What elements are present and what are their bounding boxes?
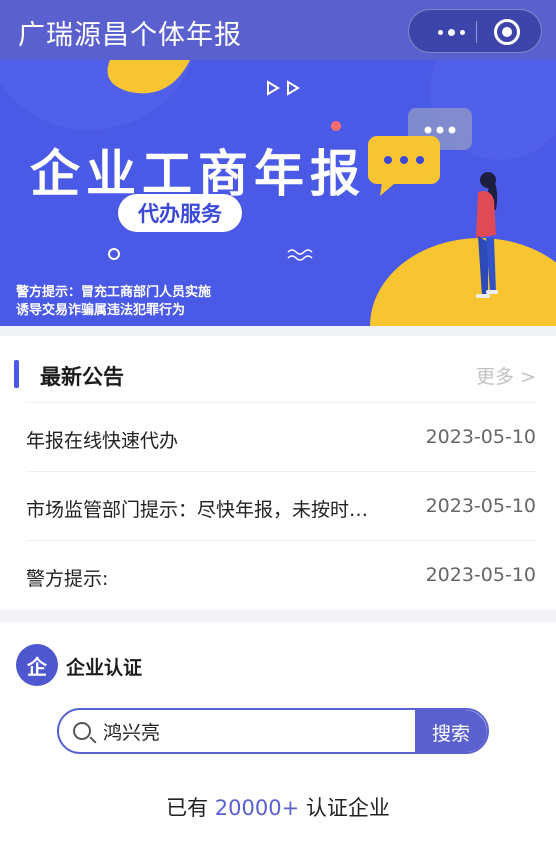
banner-service-pill: 代办服务 (118, 194, 242, 232)
enterprise-search-input[interactable] (103, 716, 413, 746)
notice-row[interactable]: 警方提示: 2023-05-10 (26, 540, 536, 610)
promo-banner[interactable]: 企业工商年报 代办服务 警方提示：冒充工商部门人员实施 诱导交易诈骗属违法犯罪行… (0, 60, 556, 326)
certified-count: 已有 20000+ 认证企业 (0, 792, 556, 822)
notice-date: 2023-05-10 (425, 426, 536, 448)
search-icon (73, 722, 91, 740)
notice-date: 2023-05-10 (425, 495, 536, 517)
more-notices-link[interactable]: 更多 > (476, 362, 536, 389)
notice-row[interactable]: 年报在线快速代办 2023-05-10 (26, 402, 536, 472)
enterprise-icon: 企 (16, 644, 58, 686)
close-miniprogram-icon[interactable] (494, 19, 520, 45)
notice-title: 市场监管部门提示：尽快年报，未按时… (26, 499, 369, 521)
app-header: 广瑞源昌个体年报 (0, 0, 556, 60)
more-options-icon[interactable] (431, 10, 471, 54)
latest-notices-section: 最新公告 更多 > 年报在线快速代办 2023-05-10 市场监管部门提示：尽… (0, 336, 556, 610)
page-title: 广瑞源昌个体年报 (18, 20, 242, 51)
notice-date: 2023-05-10 (425, 564, 536, 586)
notice-title: 年报在线快速代办 (26, 430, 179, 452)
banner-warning: 警方提示：冒充工商部门人员实施 诱导交易诈骗属违法犯罪行为 (16, 284, 211, 320)
section-title: 最新公告 (40, 365, 124, 389)
enterprise-certification-section: 企 企业认证 搜索 已有 20000+ 认证企业 (0, 622, 556, 866)
search-button[interactable]: 搜索 (415, 710, 487, 752)
banner-warning-line: 诱导交易诈骗属违法犯罪行为 (16, 303, 186, 318)
section-accent-bar (14, 360, 19, 388)
miniprogram-capsule (408, 9, 542, 53)
count-prefix: 已有 (166, 796, 209, 820)
notice-row[interactable]: 市场监管部门提示：尽快年报，未按时… 2023-05-10 (26, 471, 536, 541)
notice-title: 警方提示: (26, 568, 109, 590)
count-number: 20000+ (214, 796, 300, 820)
section-title: 企业认证 (66, 657, 143, 679)
capsule-divider (476, 21, 477, 43)
banner-warning-line: 警方提示：冒充工商部门人员实施 (16, 285, 212, 300)
enterprise-search-bar: 搜索 (57, 708, 489, 754)
count-suffix: 认证企业 (305, 796, 390, 820)
